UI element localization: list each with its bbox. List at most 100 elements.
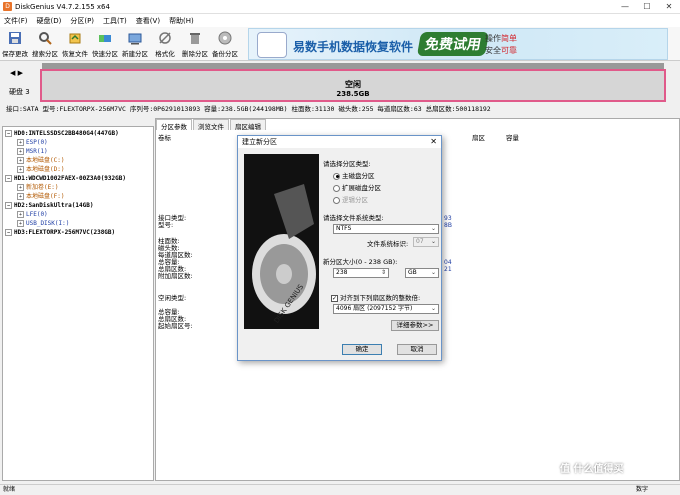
free-space-block[interactable]: 空闲 238.5GB xyxy=(40,63,666,102)
dialog-title: 建立新分区 xyxy=(242,138,277,146)
tree-item-hd2[interactable]: − HD2:SanDiskUltra(14GB) xyxy=(5,201,151,210)
close-button[interactable]: ✕ xyxy=(658,0,680,14)
dialog-close-icon[interactable]: ✕ xyxy=(430,136,437,148)
menu-help[interactable]: 帮助(H) xyxy=(169,16,194,26)
value-sectors: 21 xyxy=(444,266,452,273)
tree-item-c[interactable]: + 本地磁盘(C:) xyxy=(5,156,151,165)
new-partition-button[interactable]: 新建分区 xyxy=(120,27,150,61)
tree-item-usb[interactable]: + USB_DISK(I:) xyxy=(5,219,151,228)
size-label: 新分区大小(0 - 238 GB): xyxy=(323,258,398,266)
disk-stripe xyxy=(42,63,664,69)
phone-icon xyxy=(257,32,287,58)
tab-sector-edit[interactable]: 扇区编辑 xyxy=(230,119,266,131)
partition-type-label: 请选择分区类型: xyxy=(323,160,371,168)
expand-icon: + xyxy=(17,166,24,173)
recover-files-button[interactable]: 恢复文件 xyxy=(60,27,90,61)
value-model: 8B xyxy=(444,222,452,229)
free-space-label: 空闲 xyxy=(345,80,361,89)
format-icon xyxy=(157,30,173,46)
chevron-down-icon: ⌄ xyxy=(430,225,436,232)
banner-badge: 免费试用 xyxy=(416,32,490,56)
tab-partition-params[interactable]: 分区参数 xyxy=(156,119,192,131)
ok-button[interactable]: 确定 xyxy=(342,344,382,355)
menu-tools[interactable]: 工具(T) xyxy=(103,16,127,26)
details-button[interactable]: 详细参数>> xyxy=(391,320,439,331)
fs-type-select[interactable]: NTFS ⌄ xyxy=(333,224,439,234)
disk-map: ◀ ▶ 硬盘 3 空闲 238.5GB xyxy=(0,61,680,103)
tree-item-hd1[interactable]: − HD1:WDCWD1002FAEX-00Z3A0(932GB) xyxy=(5,174,151,183)
fs-id-label: 文件系统标识: xyxy=(367,240,409,248)
radio-logical: 逻辑分区 xyxy=(333,194,368,204)
title-bar: D DiskGenius V4.7.2.155 x64 — ☐ ✕ xyxy=(0,0,680,14)
align-select[interactable]: 4096 扇区 (2097152 字节) ⌄ xyxy=(333,304,439,314)
expand-icon: − xyxy=(5,229,12,236)
disk-nav-arrows[interactable]: ◀ ▶ xyxy=(10,69,23,77)
fs-type-label: 请选择文件系统类型: xyxy=(323,214,384,222)
cancel-button[interactable]: 取消 xyxy=(397,344,437,355)
tree-item-e[interactable]: + 新加卷(E:) xyxy=(5,183,151,192)
expand-icon: − xyxy=(5,130,12,137)
prop-extra-sectors: 附加扇区数: xyxy=(158,272,193,280)
radio-icon xyxy=(333,184,340,192)
banner-slogan: 操作简单 安全可靠 xyxy=(485,34,517,55)
dialog-title-bar: 建立新分区 ✕ xyxy=(238,136,441,148)
chevron-down-icon: ⌄ xyxy=(430,269,436,276)
menu-view[interactable]: 查看(V) xyxy=(136,16,160,26)
quick-partition-button[interactable]: 快速分区 xyxy=(90,27,120,61)
promo-banner[interactable]: 易数手机数据恢复软件 免费试用 操作简单 安全可靠 xyxy=(248,28,668,60)
save-button[interactable]: 保存更改 xyxy=(0,27,30,61)
prop-model: 型号: xyxy=(158,221,174,229)
expand-icon: + xyxy=(17,184,24,191)
prop-free-type: 空闲类型: xyxy=(158,294,187,302)
tree-item-d[interactable]: + 本地磁盘(D:) xyxy=(5,165,151,174)
expand-icon: − xyxy=(5,202,12,209)
minimize-button[interactable]: — xyxy=(614,0,636,14)
search-partition-button[interactable]: 搜索分区 xyxy=(30,27,60,61)
backup-partition-button[interactable]: 备份分区 xyxy=(210,27,240,61)
expand-icon: + xyxy=(17,157,24,164)
size-unit-select[interactable]: GB ⌄ xyxy=(405,268,439,278)
tab-browse-files[interactable]: 浏览文件 xyxy=(193,119,229,131)
app-logo-icon: D xyxy=(3,2,12,11)
chevron-down-icon: ⌄ xyxy=(430,305,436,312)
format-button[interactable]: 格式化 xyxy=(150,27,180,61)
banner-title: 易数手机数据恢复软件 xyxy=(293,40,414,54)
size-input[interactable]: 238 ⇕ xyxy=(333,268,389,278)
tree-item-lfe[interactable]: + LFE(0) xyxy=(5,210,151,219)
disk-info-line: 接口:SATA 型号:FLEXTORPX-256M7VC 序列号:0P62910… xyxy=(0,104,680,115)
delete-partition-button[interactable]: 删除分区 xyxy=(180,27,210,61)
radio-selected-icon xyxy=(333,172,340,180)
prop-start-sector: 起始扇区号: xyxy=(158,322,193,330)
expand-icon: + xyxy=(17,148,24,155)
value-capacity: 04 xyxy=(444,259,452,266)
radio-extended[interactable]: 扩展磁盘分区 xyxy=(333,182,381,192)
tree-item-hd0[interactable]: − HD0:INTELSSDSC2BB480G4(447GB) xyxy=(5,129,151,138)
expand-icon: + xyxy=(17,220,24,227)
col-header-label: 卷标 xyxy=(158,134,171,142)
new-partition-dialog: 建立新分区 ✕ DISK GENIUS 请选择分区类型: 主磁盘分区 扩展磁盘分… xyxy=(237,135,442,361)
fs-id-select: 07 ⌄ xyxy=(413,237,439,247)
maximize-button[interactable]: ☐ xyxy=(636,0,658,14)
delete-icon xyxy=(187,30,203,46)
tree-item-msr[interactable]: + MSR(1) xyxy=(5,147,151,156)
expand-icon: − xyxy=(5,175,12,182)
tree-item-f[interactable]: + 本地磁盘(F:) xyxy=(5,192,151,201)
save-icon xyxy=(7,30,23,46)
col-header-capacity: 容量 xyxy=(506,134,519,142)
menu-disk[interactable]: 硬盘(D) xyxy=(37,16,62,26)
expand-icon: + xyxy=(17,211,24,218)
window-title: DiskGenius V4.7.2.155 x64 xyxy=(15,2,110,11)
disk-tree: − HD0:INTELSSDSC2BB480G4(447GB) + ESP(0) +… xyxy=(2,126,154,481)
status-bar: 就绪 数字 xyxy=(0,484,680,494)
radio-primary[interactable]: 主磁盘分区 xyxy=(333,170,375,180)
align-checkbox[interactable]: ✓ 对齐到下列扇区数的整数倍: xyxy=(331,292,420,302)
menu-file[interactable]: 文件(F) xyxy=(4,16,28,26)
tree-item-esp[interactable]: + ESP(0) xyxy=(5,138,151,147)
search-icon xyxy=(37,30,53,46)
tree-item-hd3[interactable]: − HD3:FLEXTORPX-256M7VC(238GB) xyxy=(5,228,151,237)
menu-bar: 文件(F) 硬盘(D) 分区(P) 工具(T) 查看(V) 帮助(H) xyxy=(0,14,680,27)
site-watermark: 值 什么值得买 xyxy=(560,464,624,475)
spinner-icon: ⇕ xyxy=(380,269,386,276)
quick-partition-icon xyxy=(97,30,113,46)
menu-partition[interactable]: 分区(P) xyxy=(70,16,94,26)
